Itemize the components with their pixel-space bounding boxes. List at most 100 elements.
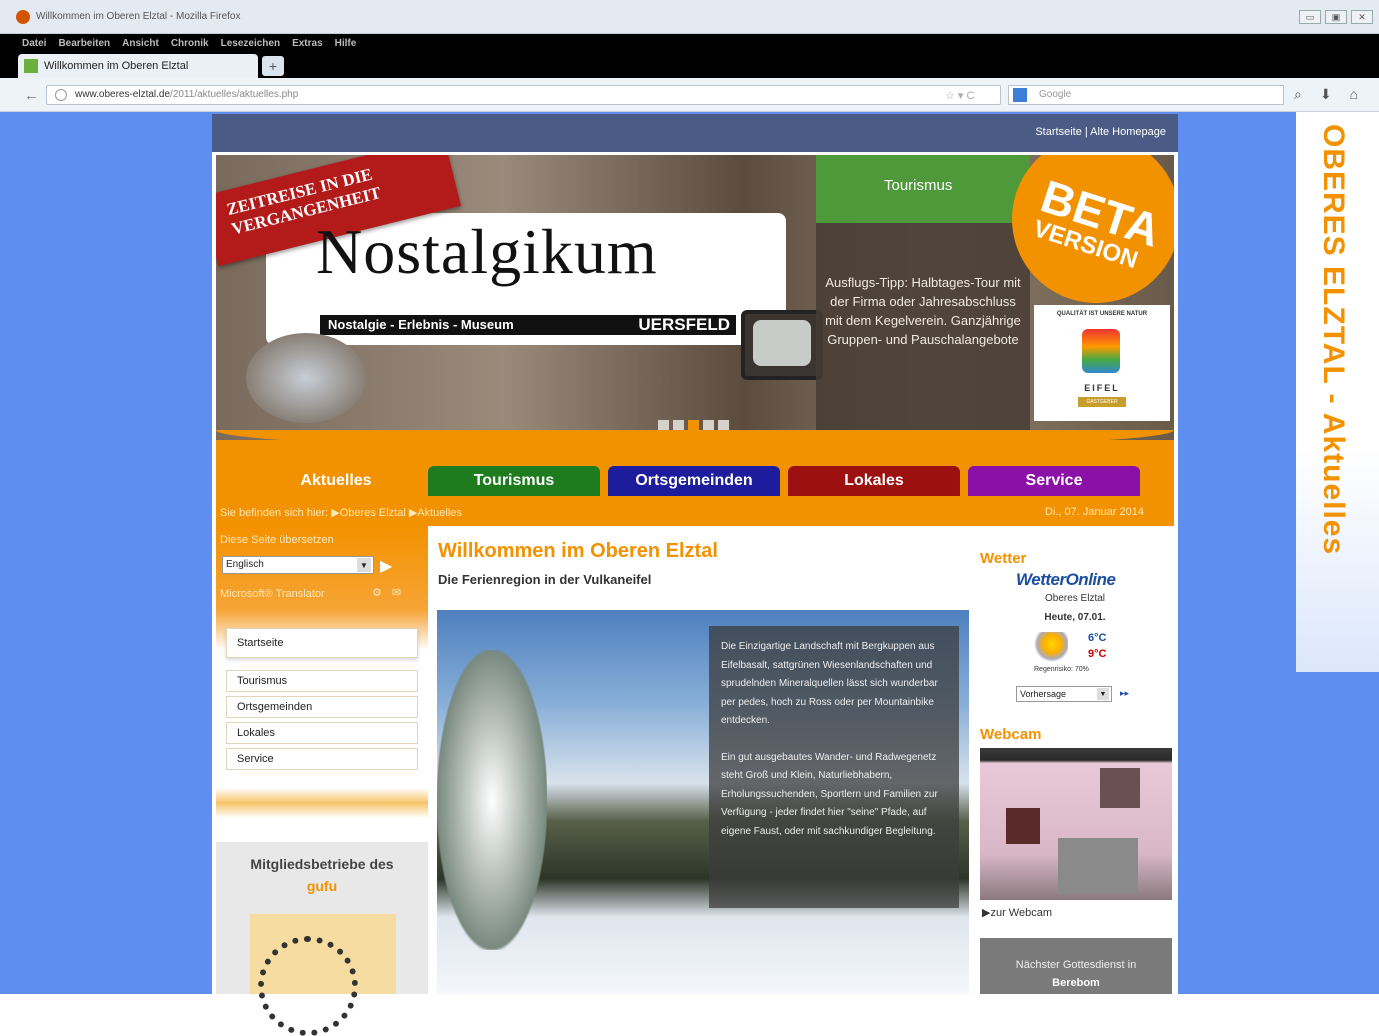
translate-go-icon[interactable]: ▶ — [380, 556, 392, 576]
translator-box: Diese Seite übersetzen Englisch ▼ ▶ Micr… — [216, 526, 428, 610]
breadcrumb[interactable]: Sie befinden sich hier: ▶Oberes Elztal ▶… — [220, 506, 462, 519]
left-sidebar: Diese Seite übersetzen Englisch ▼ ▶ Micr… — [216, 526, 428, 1036]
menu-bearbeiten[interactable]: Bearbeiten — [58, 38, 110, 49]
new-tab-button[interactable]: + — [262, 56, 284, 76]
gufu-name[interactable]: gufu — [216, 878, 428, 894]
webcam-garage — [1058, 838, 1138, 894]
tab-bar: Willkommen im Oberen Elztal + — [0, 52, 1379, 78]
firefox-icon — [16, 10, 30, 24]
winter-landscape-image: Die Einzigartige Landschaft mit Bergkupp… — [437, 610, 969, 994]
tourismus-box-label: Tourismus — [884, 177, 953, 194]
close-button[interactable]: ✕ — [1351, 10, 1373, 24]
menu-extras[interactable]: Extras — [292, 38, 323, 49]
weather-title: Wetter — [980, 550, 1027, 567]
page-title: Willkommen im Oberen Elztal — [438, 540, 718, 562]
back-arrow-icon[interactable]: ← — [24, 87, 39, 104]
temp-min: 9°C — [1088, 648, 1107, 660]
gufu-box: Mitgliedsbetriebe des gufu — [216, 842, 428, 1036]
url-bar[interactable]: www.oberes-elztal.de/2011/aktuelles/aktu… — [46, 85, 1001, 105]
menu-datei[interactable]: Datei — [22, 38, 46, 49]
tourismus-box[interactable]: Tourismus — [816, 155, 1030, 223]
chevron-down-icon[interactable]: ▼ — [357, 558, 371, 572]
church-service-text: Nächster Gottesdienst in — [1015, 959, 1137, 971]
toolbar-icons: ⌕ ⬇ ⌂ — [1294, 86, 1358, 103]
gufu-title: Mitgliedsbetriebe des — [250, 856, 394, 872]
eifel-tag: GASTGEBER — [1078, 397, 1126, 407]
eifel-name: EIFEL — [1084, 383, 1120, 393]
sidebar-item-lokales[interactable]: Lokales — [226, 722, 418, 744]
minimize-button[interactable]: ▭ — [1299, 10, 1321, 24]
wetteronline-logo[interactable]: WetterOnline — [1016, 570, 1116, 590]
weather-location: Oberes Elztal — [1044, 593, 1106, 604]
search-icon[interactable]: ⌕ — [1294, 86, 1302, 103]
sidebar-item-service[interactable]: Service — [226, 748, 418, 770]
nav-ortsgemeinden[interactable]: Ortsgemeinden — [608, 466, 780, 496]
download-icon[interactable]: ⬇ — [1320, 86, 1332, 103]
forecast-value: Vorhersage — [1020, 689, 1067, 699]
maximize-button[interactable]: ▣ — [1325, 10, 1347, 24]
navigation-toolbar: ← www.oberes-elztal.de/2011/aktuelles/ak… — [0, 78, 1379, 112]
menu-bar: Datei Bearbeiten Ansicht Chronik Lesezei… — [0, 34, 1379, 52]
gufu-image[interactable] — [250, 914, 396, 1036]
window-titlebar: Willkommen im Oberen Elztal - Mozilla Fi… — [0, 0, 1379, 34]
eifel-logo[interactable]: QUALITÄT IST UNSERE NATUR EIFEL GASTGEBE… — [1034, 305, 1170, 421]
menu-lesezeichen[interactable]: Lesezeichen — [221, 38, 280, 49]
side-title: OBERES ELZTAL - Aktuelles — [1317, 124, 1350, 556]
search-placeholder: Google — [1039, 89, 1072, 100]
favicon-icon — [24, 59, 38, 73]
nav-lokales[interactable]: Lokales — [788, 466, 960, 496]
nav-service[interactable]: Service — [968, 466, 1140, 496]
excursion-tip: Ausflugs-Tipp: Halbtages-Tour mit der Fi… — [816, 223, 1030, 440]
browser-tab[interactable]: Willkommen im Oberen Elztal — [18, 54, 258, 78]
menu-ansicht[interactable]: Ansicht — [122, 38, 159, 49]
webcam-image[interactable] — [980, 748, 1172, 900]
forecast-go-icon[interactable]: ▸▸ — [1120, 688, 1129, 699]
church-service-box[interactable]: Nächster Gottesdienst in Berebom — [980, 938, 1172, 994]
snowy-tree — [437, 650, 547, 950]
url-path: /2011/aktuelles/aktuelles.php — [170, 89, 299, 100]
nav-aktuelles[interactable]: Aktuelles — [256, 466, 416, 496]
url-domain: www.oberes-elztal.de — [75, 89, 171, 100]
webcam-door — [1006, 808, 1040, 844]
nav-wave — [216, 430, 1174, 450]
eifel-quality: QUALITÄT IST UNSERE NATUR — [1056, 311, 1148, 317]
rain-risk: Regenrisiko: 70% — [1034, 666, 1089, 673]
webcam-link[interactable]: ▶zur Webcam — [982, 906, 1052, 919]
forecast-select[interactable]: Vorhersage ▼ — [1016, 686, 1112, 702]
translate-title: Diese Seite übersetzen — [220, 534, 334, 546]
main-navigation: Aktuelles Tourismus Ortsgemeinden Lokale… — [216, 430, 1174, 526]
top-links[interactable]: Startseite | Alte Homepage — [1035, 126, 1166, 138]
globe-icon — [55, 89, 67, 101]
google-icon — [1013, 88, 1027, 102]
fish-bowl-image — [246, 333, 366, 423]
sidebar-item-ortsgemeinden[interactable]: Ortsgemeinden — [226, 696, 418, 718]
home-icon[interactable]: ⌂ — [1350, 86, 1358, 103]
translator-options-icon[interactable]: ⚙✉ — [372, 586, 411, 599]
sidebar-item-startseite[interactable]: Startseite — [226, 628, 418, 658]
tab-title: Willkommen im Oberen Elztal — [44, 60, 189, 72]
intro-paragraph-1: Die Einzigartige Landschaft mit Bergkupp… — [721, 641, 938, 726]
ms-translator-label: Microsoft® Translator — [220, 588, 325, 600]
window-title: Willkommen im Oberen Elztal - Mozilla Fi… — [36, 11, 241, 22]
logo-sub-text: Nostalgie - Erlebnis - Museum — [328, 317, 514, 332]
intro-paragraph-2: Ein gut ausgebautes Wander- und Radwegen… — [721, 751, 938, 837]
eifel-e-icon — [1082, 329, 1120, 373]
url-bar-icons[interactable]: ☆ ▾ C — [945, 89, 974, 102]
main-content: Willkommen im Oberen Elztal Die Ferienre… — [432, 526, 972, 994]
weather-day: Heute, 07.01. — [1044, 612, 1106, 623]
logo-place: UERSFELD — [638, 315, 730, 334]
menu-chronik[interactable]: Chronik — [171, 38, 209, 49]
intro-text-box: Die Einzigartige Landschaft mit Bergkupp… — [709, 626, 959, 908]
logo-subtitle: Nostalgie - Erlebnis - Museum UERSFELD — [320, 315, 736, 335]
site-top-bar: Startseite | Alte Homepage — [212, 114, 1178, 152]
current-date: Di., 07. Januar 2014 — [1044, 506, 1144, 518]
chevron-down-icon[interactable]: ▼ — [1097, 688, 1109, 700]
right-sidebar: Wetter WetterOnline Oberes Elztal Heute,… — [976, 526, 1172, 994]
sidebar-item-tourismus[interactable]: Tourismus — [226, 670, 418, 692]
webcam-title: Webcam — [980, 726, 1042, 743]
language-select[interactable]: Englisch ▼ — [222, 556, 374, 574]
search-input[interactable]: Google — [1008, 85, 1284, 105]
sun-cloud-icon — [1028, 632, 1068, 662]
menu-hilfe[interactable]: Hilfe — [335, 38, 357, 49]
nav-tourismus[interactable]: Tourismus — [428, 466, 600, 496]
